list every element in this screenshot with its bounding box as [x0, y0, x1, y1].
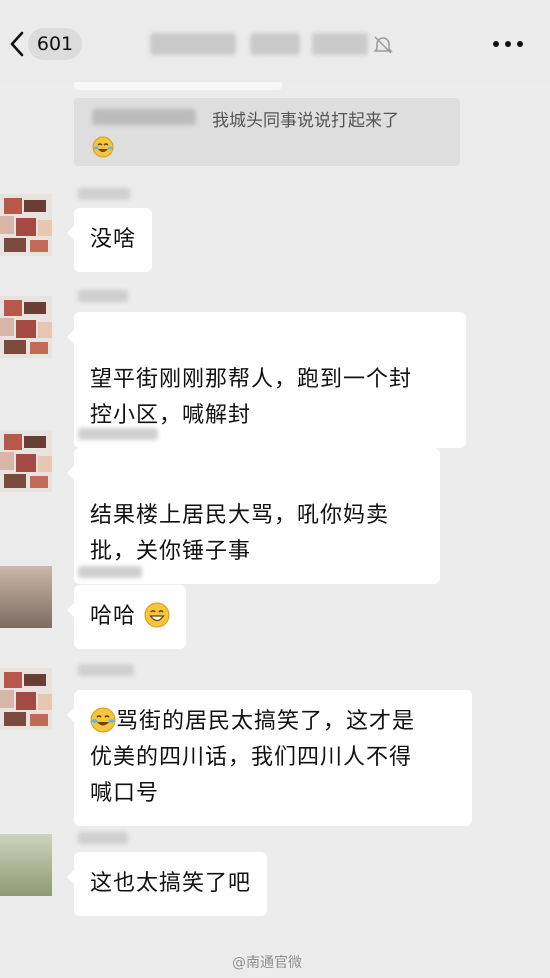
watermark: @南通官微 — [232, 955, 302, 971]
mute-bell-icon — [373, 36, 393, 54]
more-options-icon[interactable] — [490, 36, 526, 52]
message-bubble[interactable]: 结果楼上居民大骂，吼你妈卖 批，关你锤子事 — [67, 448, 440, 584]
message-bubble[interactable]: 骂街的居民太搞笑了，这才是 优美的四川话，我们四川人不得 喊口号 — [67, 690, 472, 826]
quoted-text: 我城头同事说说打起来了 — [212, 111, 399, 131]
message-text: 望平街刚刚那帮人，跑到一个封 控小区，喊解封 — [90, 367, 413, 428]
message-bubble[interactable]: 没啥 — [66, 208, 153, 272]
back-chevron-icon[interactable] — [8, 30, 26, 58]
message-text: 骂街的居民太搞笑了，这才是 优美的四川话，我们四川人不得 喊口号 — [90, 709, 416, 806]
avatar[interactable] — [0, 566, 52, 628]
sender-name-blurred — [78, 290, 128, 302]
chat-title-blurred — [150, 33, 236, 55]
unread-count-badge[interactable]: 601 — [28, 28, 82, 60]
message-text: 这也太搞笑了吧 — [90, 871, 252, 896]
message-bubble[interactable]: 哈哈 — [66, 585, 187, 649]
avatar[interactable] — [0, 430, 52, 492]
quoted-message[interactable]: 我城头同事说说打起来了 — [74, 98, 460, 166]
previous-bubble-edge — [74, 82, 282, 90]
chat-title-blurred-3 — [312, 33, 368, 55]
tears-of-joy-emoji-icon — [92, 136, 114, 158]
message-text: 哈哈 — [90, 604, 137, 629]
message-text: 没啥 — [90, 227, 137, 252]
chat-title-blurred-2 — [250, 33, 300, 55]
tears-of-joy-emoji-icon — [90, 707, 116, 733]
sender-name-blurred — [78, 664, 134, 676]
quoted-sender-blurred — [92, 109, 196, 125]
sender-name-blurred — [78, 428, 158, 440]
sender-name-blurred — [78, 566, 142, 578]
chat-header: 601 — [0, 0, 550, 82]
message-bubble[interactable]: 这也太搞笑了吧 — [66, 852, 268, 916]
grinning-emoji-icon — [144, 602, 170, 628]
sender-name-blurred — [78, 188, 130, 200]
avatar[interactable] — [0, 668, 52, 730]
avatar[interactable] — [0, 834, 52, 896]
message-text: 结果楼上居民大骂，吼你妈卖 批，关你锤子事 — [90, 503, 390, 564]
sender-name-blurred — [78, 832, 128, 844]
avatar[interactable] — [0, 194, 52, 256]
avatar[interactable] — [0, 296, 52, 358]
